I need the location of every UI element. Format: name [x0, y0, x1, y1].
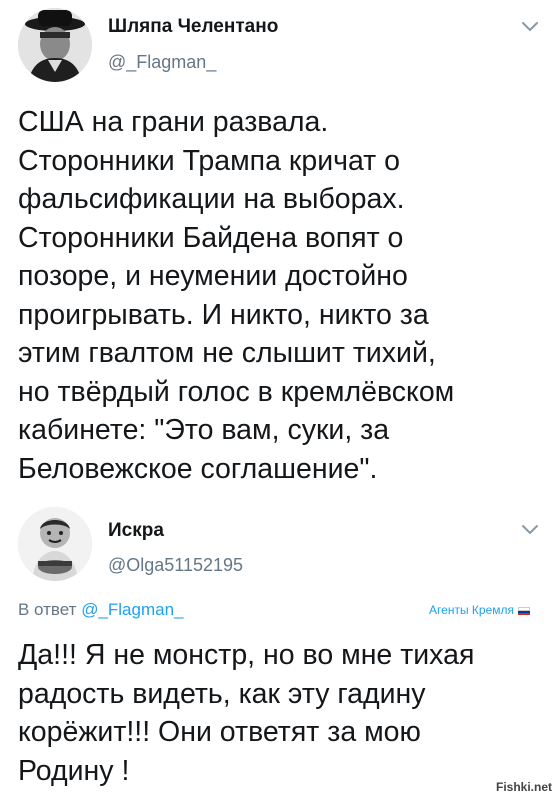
reply-prefix: В ответ	[18, 600, 77, 619]
russian-flag-icon	[518, 607, 530, 615]
chevron-down-icon[interactable]	[520, 523, 540, 537]
tweet-text: Да!!! Я не монстр, но во мне тихая радос…	[18, 639, 475, 787]
user-tag: Агенты Кремля	[429, 603, 514, 617]
child-avatar-icon	[18, 507, 92, 581]
reply-context: В ответ @_Flagman_	[18, 600, 184, 620]
chevron-down-icon[interactable]	[520, 20, 540, 34]
author-handle[interactable]: @Olga51152195	[108, 555, 243, 576]
avatar[interactable]	[18, 507, 92, 581]
watermark: Fishki.net	[495, 780, 552, 794]
avatar[interactable]	[18, 8, 92, 82]
man-in-hat-avatar-icon	[18, 8, 92, 82]
author-handle[interactable]: @_Flagman_	[108, 52, 216, 73]
author-name[interactable]: Шляпа Челентано	[108, 16, 278, 38]
tweet: Искра @Olga51152195 В ответ @_Flagman_ А…	[0, 505, 560, 800]
author-name[interactable]: Искра	[108, 520, 164, 542]
tweet: Шляпа Челентано @_Flagman_ США на грани …	[0, 0, 560, 505]
reply-handle-link[interactable]: @_Flagman_	[81, 600, 183, 619]
tweet-text: США на грани развала. Сторонники Трампа …	[18, 106, 455, 485]
